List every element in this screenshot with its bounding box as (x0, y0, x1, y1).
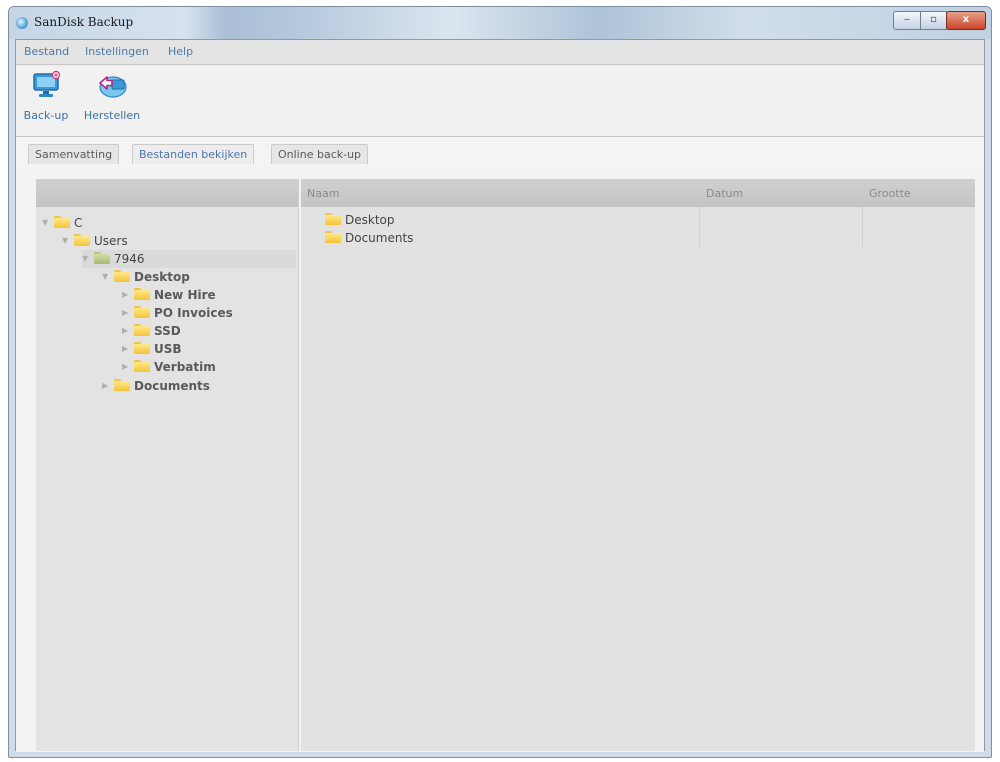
tree-node-users[interactable]: ▼ Users (62, 232, 128, 250)
folder-icon (114, 379, 130, 391)
list-item-desktop[interactable]: Desktop (323, 211, 395, 229)
tree-node-7946[interactable]: ▼ 7946 (82, 250, 296, 268)
tree-node-po-invoices[interactable]: ▶ PO Invoices (122, 304, 233, 322)
folder-icon (134, 360, 150, 372)
list-item-documents[interactable]: Documents (323, 229, 413, 247)
column-header-datum[interactable]: Datum (706, 187, 743, 200)
menu-instellingen[interactable]: Instellingen (85, 45, 149, 58)
minimize-button[interactable]: ‒ (893, 11, 921, 30)
sandisk-app-icon (16, 17, 28, 29)
collapse-arrow-icon[interactable]: ▼ (62, 232, 72, 250)
restore-button[interactable]: Herstellen (78, 70, 146, 130)
tree-node-label: C (74, 216, 83, 230)
tree-node-label: USB (154, 342, 182, 356)
app-window: SanDisk Backup ‒ ▫ x Bestand Instellinge… (8, 6, 992, 758)
list-item-name: Documents (345, 231, 414, 245)
title-bar[interactable]: SanDisk Backup ‒ ▫ x (9, 7, 991, 39)
tab-bar: Samenvatting Bestanden bekijken Online b… (16, 137, 984, 167)
tab-samenvatting[interactable]: Samenvatting (28, 144, 120, 164)
folder-icon (54, 216, 70, 228)
window-title: SanDisk Backup (34, 15, 134, 29)
folder-icon (134, 306, 150, 318)
menu-bestand[interactable]: Bestand (24, 45, 69, 58)
tree-node-label: Users (94, 234, 128, 248)
tree-node-verbatim[interactable]: ▶ Verbatim (122, 358, 216, 376)
column-divider (862, 207, 863, 247)
column-header-grootte[interactable]: Grootte (869, 187, 911, 200)
tree-node-label: Verbatim (154, 360, 216, 374)
tree-node-documents[interactable]: ▶ Documents (102, 377, 210, 395)
user-folder-icon (94, 252, 110, 264)
maximize-button[interactable]: ▫ (920, 11, 947, 30)
backup-button[interactable]: Back-up (18, 70, 74, 130)
expand-arrow-icon[interactable]: ▶ (122, 340, 132, 358)
tree-node-label: Desktop (134, 270, 190, 284)
tree-node-ssd[interactable]: ▶ SSD (122, 322, 181, 340)
tree-node-label: 7946 (114, 252, 145, 266)
toolbar: Back-up Herstellen (16, 65, 984, 137)
folder-icon (325, 213, 341, 225)
monitor-icon (33, 70, 61, 97)
restore-arrow-icon (99, 76, 127, 98)
tree-node-label: SSD (154, 324, 181, 338)
menu-bar: Bestand Instellingen Help (16, 40, 984, 65)
tree-node-label: PO Invoices (154, 306, 233, 320)
folder-icon (134, 288, 150, 300)
folder-icon (134, 342, 150, 354)
tab-bestanden-bekijken[interactable]: Bestanden bekijken (132, 144, 255, 164)
expand-arrow-icon[interactable]: ▶ (122, 304, 132, 322)
folder-icon (325, 231, 341, 243)
tab-online-backup[interactable]: Online back-up (271, 144, 369, 164)
collapse-arrow-icon[interactable]: ▼ (42, 214, 52, 232)
tree-node-desktop[interactable]: ▼ Desktop (102, 268, 190, 286)
folder-icon (74, 234, 90, 246)
collapse-arrow-icon[interactable]: ▼ (82, 250, 92, 268)
expand-arrow-icon[interactable]: ▶ (122, 322, 132, 340)
restore-label: Herstellen (83, 109, 141, 122)
close-button[interactable]: x (946, 11, 986, 30)
backup-label: Back-up (23, 109, 69, 122)
column-divider (699, 207, 700, 247)
tab-content: ▼ C ▼ Users ▼ 7946 ▼ Desktop ▶ New Hire ▶ PO I… (16, 167, 984, 752)
tree-node-c[interactable]: ▼ C (42, 214, 82, 232)
tree-node-label: New Hire (154, 288, 216, 302)
menu-help[interactable]: Help (168, 45, 193, 58)
tree-node-usb[interactable]: ▶ USB (122, 340, 182, 358)
folder-icon (114, 270, 130, 282)
expand-arrow-icon[interactable]: ▶ (102, 377, 112, 395)
tree-header (36, 179, 298, 207)
folder-tree-panel: ▼ C ▼ Users ▼ 7946 ▼ Desktop ▶ New Hire ▶ PO I… (36, 179, 299, 751)
expand-arrow-icon[interactable]: ▶ (122, 358, 132, 376)
expand-arrow-icon[interactable]: ▶ (122, 286, 132, 304)
client-area: Bestand Instellingen Help Back-up Herste… (15, 39, 985, 752)
tree-node-new-hire[interactable]: ▶ New Hire (122, 286, 216, 304)
file-list-panel: Naam Datum Grootte Desktop Documents (301, 179, 975, 751)
collapse-arrow-icon[interactable]: ▼ (102, 268, 112, 286)
column-header-naam[interactable]: Naam (307, 187, 339, 200)
folder-icon (134, 324, 150, 336)
list-item-name: Desktop (345, 213, 395, 227)
tree-node-label: Documents (134, 379, 210, 393)
file-list-header: Naam Datum Grootte (301, 179, 975, 207)
